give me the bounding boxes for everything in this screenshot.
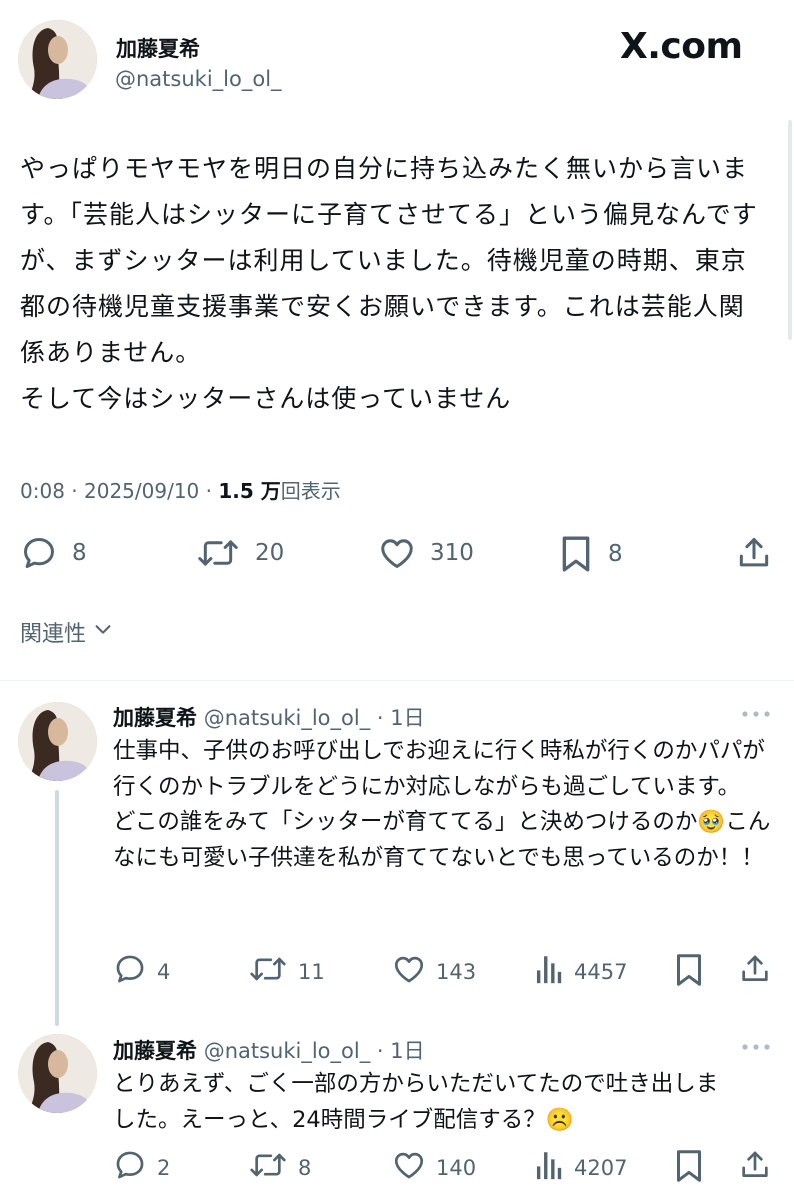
chevron-down-icon <box>92 618 114 646</box>
like-button[interactable]: 143 <box>392 952 476 991</box>
user-handle[interactable]: @natsuki_lo_ol_ <box>204 1039 371 1063</box>
like-count: 140 <box>436 1155 477 1180</box>
share-icon <box>738 955 772 990</box>
avatar[interactable] <box>18 1034 97 1113</box>
reply-button[interactable]: 4 <box>113 952 170 991</box>
x-logo: X.com <box>620 26 743 67</box>
more-options-button[interactable] <box>740 706 772 726</box>
reply-count: 8 <box>72 540 87 566</box>
repost-count: 8 <box>298 1155 312 1180</box>
repost-count: 20 <box>255 540 285 566</box>
reply-icon <box>113 1148 147 1187</box>
like-button[interactable]: 310 <box>378 534 474 572</box>
heart-icon <box>392 1148 426 1187</box>
reply-button[interactable]: 2 <box>113 1148 170 1187</box>
user-handle[interactable]: @natsuki_lo_ol_ <box>204 706 371 730</box>
tweet-text: やっぱりモヤモヤを明日の自分に持ち込みたく無いから言います。「芸能人はシッターに… <box>20 154 758 413</box>
repost-icon <box>248 1148 288 1187</box>
repost-button[interactable]: 11 <box>248 952 325 991</box>
reply-icon <box>20 534 58 572</box>
like-button[interactable]: 140 <box>392 1148 476 1187</box>
view-count: 4457 <box>574 959 628 984</box>
tweet-meta: 0:08 · 2025/09/10 · 1.5 万回表示 <box>20 479 341 503</box>
bookmark-icon <box>558 534 594 574</box>
analytics-icon <box>534 952 564 991</box>
views-label: 回表示 <box>280 479 341 503</box>
view-count: 4207 <box>574 1155 628 1180</box>
tweet-date[interactable]: 2025/09/10 <box>84 479 199 503</box>
divider <box>0 680 794 681</box>
reply-text: とりあえず、ごく一部の方からいただいてたので吐き出しました。えーっと、24時間ラ… <box>113 1071 719 1133</box>
bookmark-icon <box>674 1150 704 1188</box>
repost-button[interactable]: 8 <box>248 1148 311 1187</box>
view-count: 1.5 万 <box>218 479 281 503</box>
repost-button[interactable]: 20 <box>195 534 284 572</box>
heart-icon <box>378 534 416 572</box>
more-icon <box>740 1040 772 1059</box>
display-name[interactable]: 加藤夏希 <box>113 706 197 730</box>
reply-header: 加藤夏希 @natsuki_lo_ol_ · 1日 <box>113 1039 425 1063</box>
repost-icon <box>248 952 288 991</box>
bookmark-count: 8 <box>608 541 623 567</box>
share-button[interactable] <box>738 952 772 990</box>
reply-header: 加藤夏希 @natsuki_lo_ol_ · 1日 <box>113 706 425 730</box>
reply-age[interactable]: 1日 <box>390 706 424 730</box>
repost-count: 11 <box>298 959 325 984</box>
repost-icon <box>195 534 241 572</box>
reply-text: 仕事中、子供のお呼び出しでお迎えに行く時私が行くのかパパが行くのかトラブルをどう… <box>113 738 771 871</box>
tweet-time[interactable]: 0:08 <box>20 479 65 503</box>
share-button[interactable] <box>738 1148 772 1186</box>
share-icon <box>738 1151 772 1186</box>
avatar[interactable] <box>18 20 97 99</box>
avatar[interactable] <box>18 702 97 781</box>
thread-line <box>55 790 59 1026</box>
share-icon <box>735 534 773 572</box>
related-sort-dropdown[interactable]: 関連性 <box>20 616 114 648</box>
reply-icon <box>113 952 147 991</box>
more-options-button[interactable] <box>740 1039 772 1059</box>
views-button[interactable]: 4207 <box>534 1148 627 1187</box>
like-count: 143 <box>436 959 477 984</box>
bookmark-button[interactable]: 8 <box>558 534 623 574</box>
bookmark-icon <box>674 954 704 992</box>
reply-count: 4 <box>157 959 171 984</box>
bookmark-button[interactable] <box>674 1148 704 1188</box>
heart-icon <box>392 952 426 991</box>
related-label: 関連性 <box>20 622 87 647</box>
scrollbar[interactable] <box>788 120 792 340</box>
reply-age[interactable]: 1日 <box>390 1039 424 1063</box>
views-button[interactable]: 4457 <box>534 952 627 991</box>
like-count: 310 <box>430 540 474 566</box>
reply-count: 2 <box>157 1155 171 1180</box>
analytics-icon <box>534 1148 564 1187</box>
user-handle[interactable]: @natsuki_lo_ol_ <box>115 67 282 91</box>
share-button[interactable] <box>735 534 773 572</box>
display-name[interactable]: 加藤夏希 <box>116 33 200 63</box>
more-icon <box>740 707 772 726</box>
display-name[interactable]: 加藤夏希 <box>113 1039 197 1063</box>
bookmark-button[interactable] <box>674 952 704 992</box>
reply-button[interactable]: 8 <box>20 534 87 572</box>
